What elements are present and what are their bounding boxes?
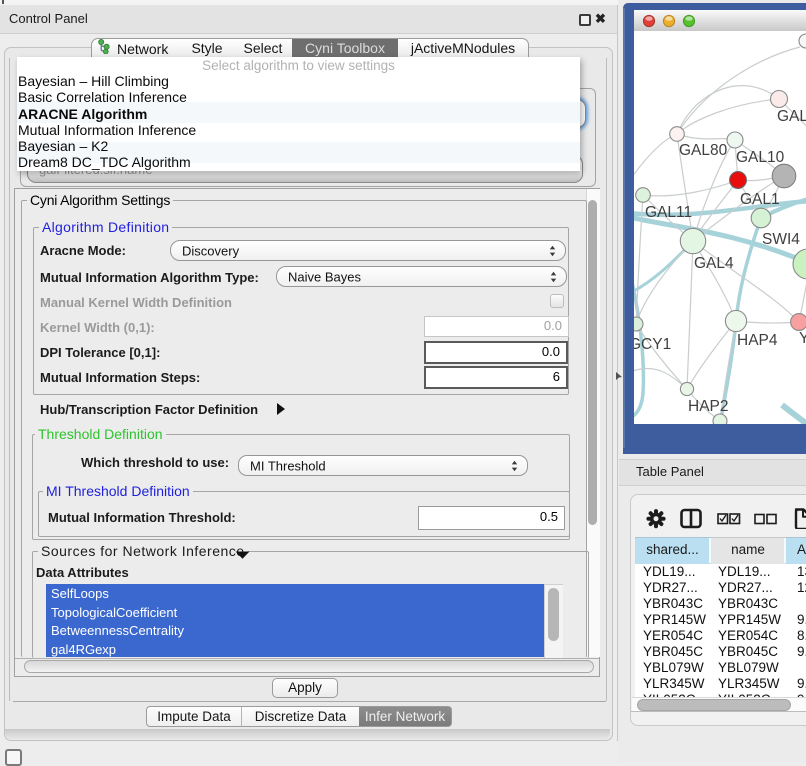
svg-text:SWI4: SWI4 bbox=[762, 231, 800, 248]
svg-text:GAL11: GAL11 bbox=[645, 204, 692, 221]
svg-text:GAL1: GAL1 bbox=[740, 191, 780, 208]
svg-text:YJ: YJ bbox=[799, 330, 806, 347]
svg-text:HAP2: HAP2 bbox=[688, 398, 729, 415]
svg-text:GAL7: GAL7 bbox=[777, 108, 806, 125]
svg-text:GAL10: GAL10 bbox=[736, 149, 785, 166]
svg-text:GAL80: GAL80 bbox=[679, 142, 728, 159]
svg-text:GAL4: GAL4 bbox=[694, 255, 734, 272]
svg-text:HAP4: HAP4 bbox=[737, 332, 778, 349]
svg-text:GCY1: GCY1 bbox=[634, 336, 671, 353]
